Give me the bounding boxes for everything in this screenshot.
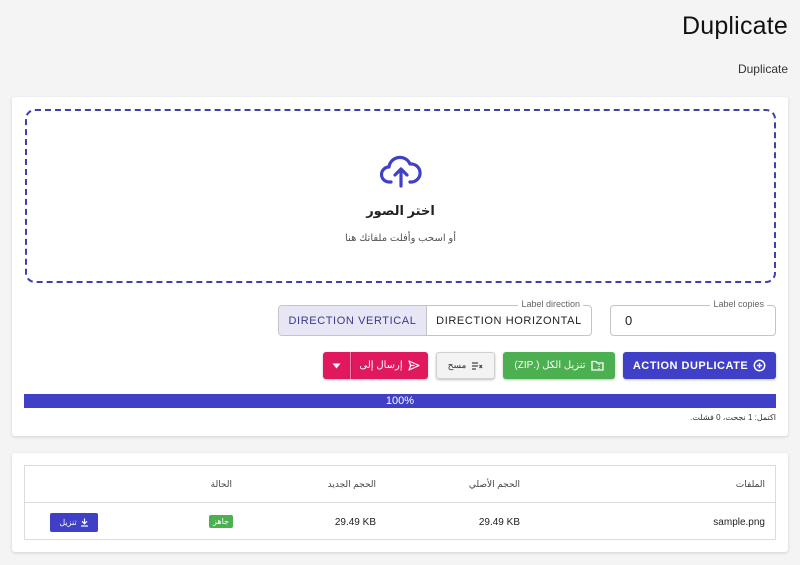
direction-vertical-toggle[interactable]: DIRECTION VERTICAL [279,306,427,335]
download-button[interactable]: تنزيل [50,513,98,532]
add-circle-icon [753,359,766,372]
column-header-new-size: الحجم الجديد [327,479,376,489]
label-copies-input[interactable] [625,313,755,328]
progress-summary: اكتمل: 1 نجحت، 0 فشلت. [690,413,776,422]
original-size: 29.49 KB [478,517,520,528]
label-copies-legend: Label copies [710,299,767,309]
new-size: 29.49 KB [334,517,376,528]
cloud-upload-icon [379,153,422,189]
page-title: Duplicate [681,12,788,40]
download-icon [80,518,89,527]
download-label: تنزيل [59,518,77,527]
send-to-dropdown-button[interactable] [323,352,351,379]
results-card: الملفات الحجم الأصلي الحجم الجديد الحالة… [12,453,788,552]
label-direction-group: Label direction DIRECTION VERTICAL DIREC… [278,299,592,336]
file-name: sample.png [713,517,765,528]
folder-zip-icon [590,360,604,371]
progress-bar: 100% [24,394,776,408]
direction-horizontal-toggle[interactable]: DIRECTION HORIZONTAL [427,306,591,335]
breadcrumb: Duplicate [737,62,788,76]
upload-card: اختر الصور أو اسحب وأفلت ملفاتك هنا Labe… [12,97,788,436]
table-row: sample.png 29.49 KB 29.49 KB جاهز تنزيل [25,503,775,540]
action-duplicate-label: ACTION DUPLICATE [632,359,749,372]
action-duplicate-button[interactable]: ACTION DUPLICATE [623,352,776,379]
dropzone-title: اختر الصور [366,203,435,218]
clear-button[interactable]: مسح [436,352,495,379]
send-to-button[interactable]: إرسال إلى [351,352,428,379]
clear-label: مسح [447,360,467,370]
label-copies-field: Label copies [610,299,776,336]
caret-down-icon [332,363,341,369]
dropzone-subtitle: أو اسحب وأفلت ملفاتك هنا [345,233,456,244]
image-dropzone[interactable]: اختر الصور أو اسحب وأفلت ملفاتك هنا [25,109,776,283]
download-all-zip-button[interactable]: تنزيل الكل (.ZIP) [503,352,615,379]
status-badge: جاهز [208,515,233,528]
table-header-row: الملفات الحجم الأصلي الحجم الجديد الحالة [25,466,775,503]
column-header-files: الملفات [735,479,765,489]
progress-label: 100% [385,395,415,407]
clear-list-icon [471,361,483,371]
column-header-original-size: الحجم الأصلي [468,479,520,489]
send-to-label: إرسال إلى [359,360,403,371]
download-all-zip-label: تنزيل الكل (.ZIP) [514,360,586,371]
send-icon [408,360,420,371]
results-table: الملفات الحجم الأصلي الحجم الجديد الحالة… [24,465,776,540]
column-header-status: الحالة [210,479,232,489]
